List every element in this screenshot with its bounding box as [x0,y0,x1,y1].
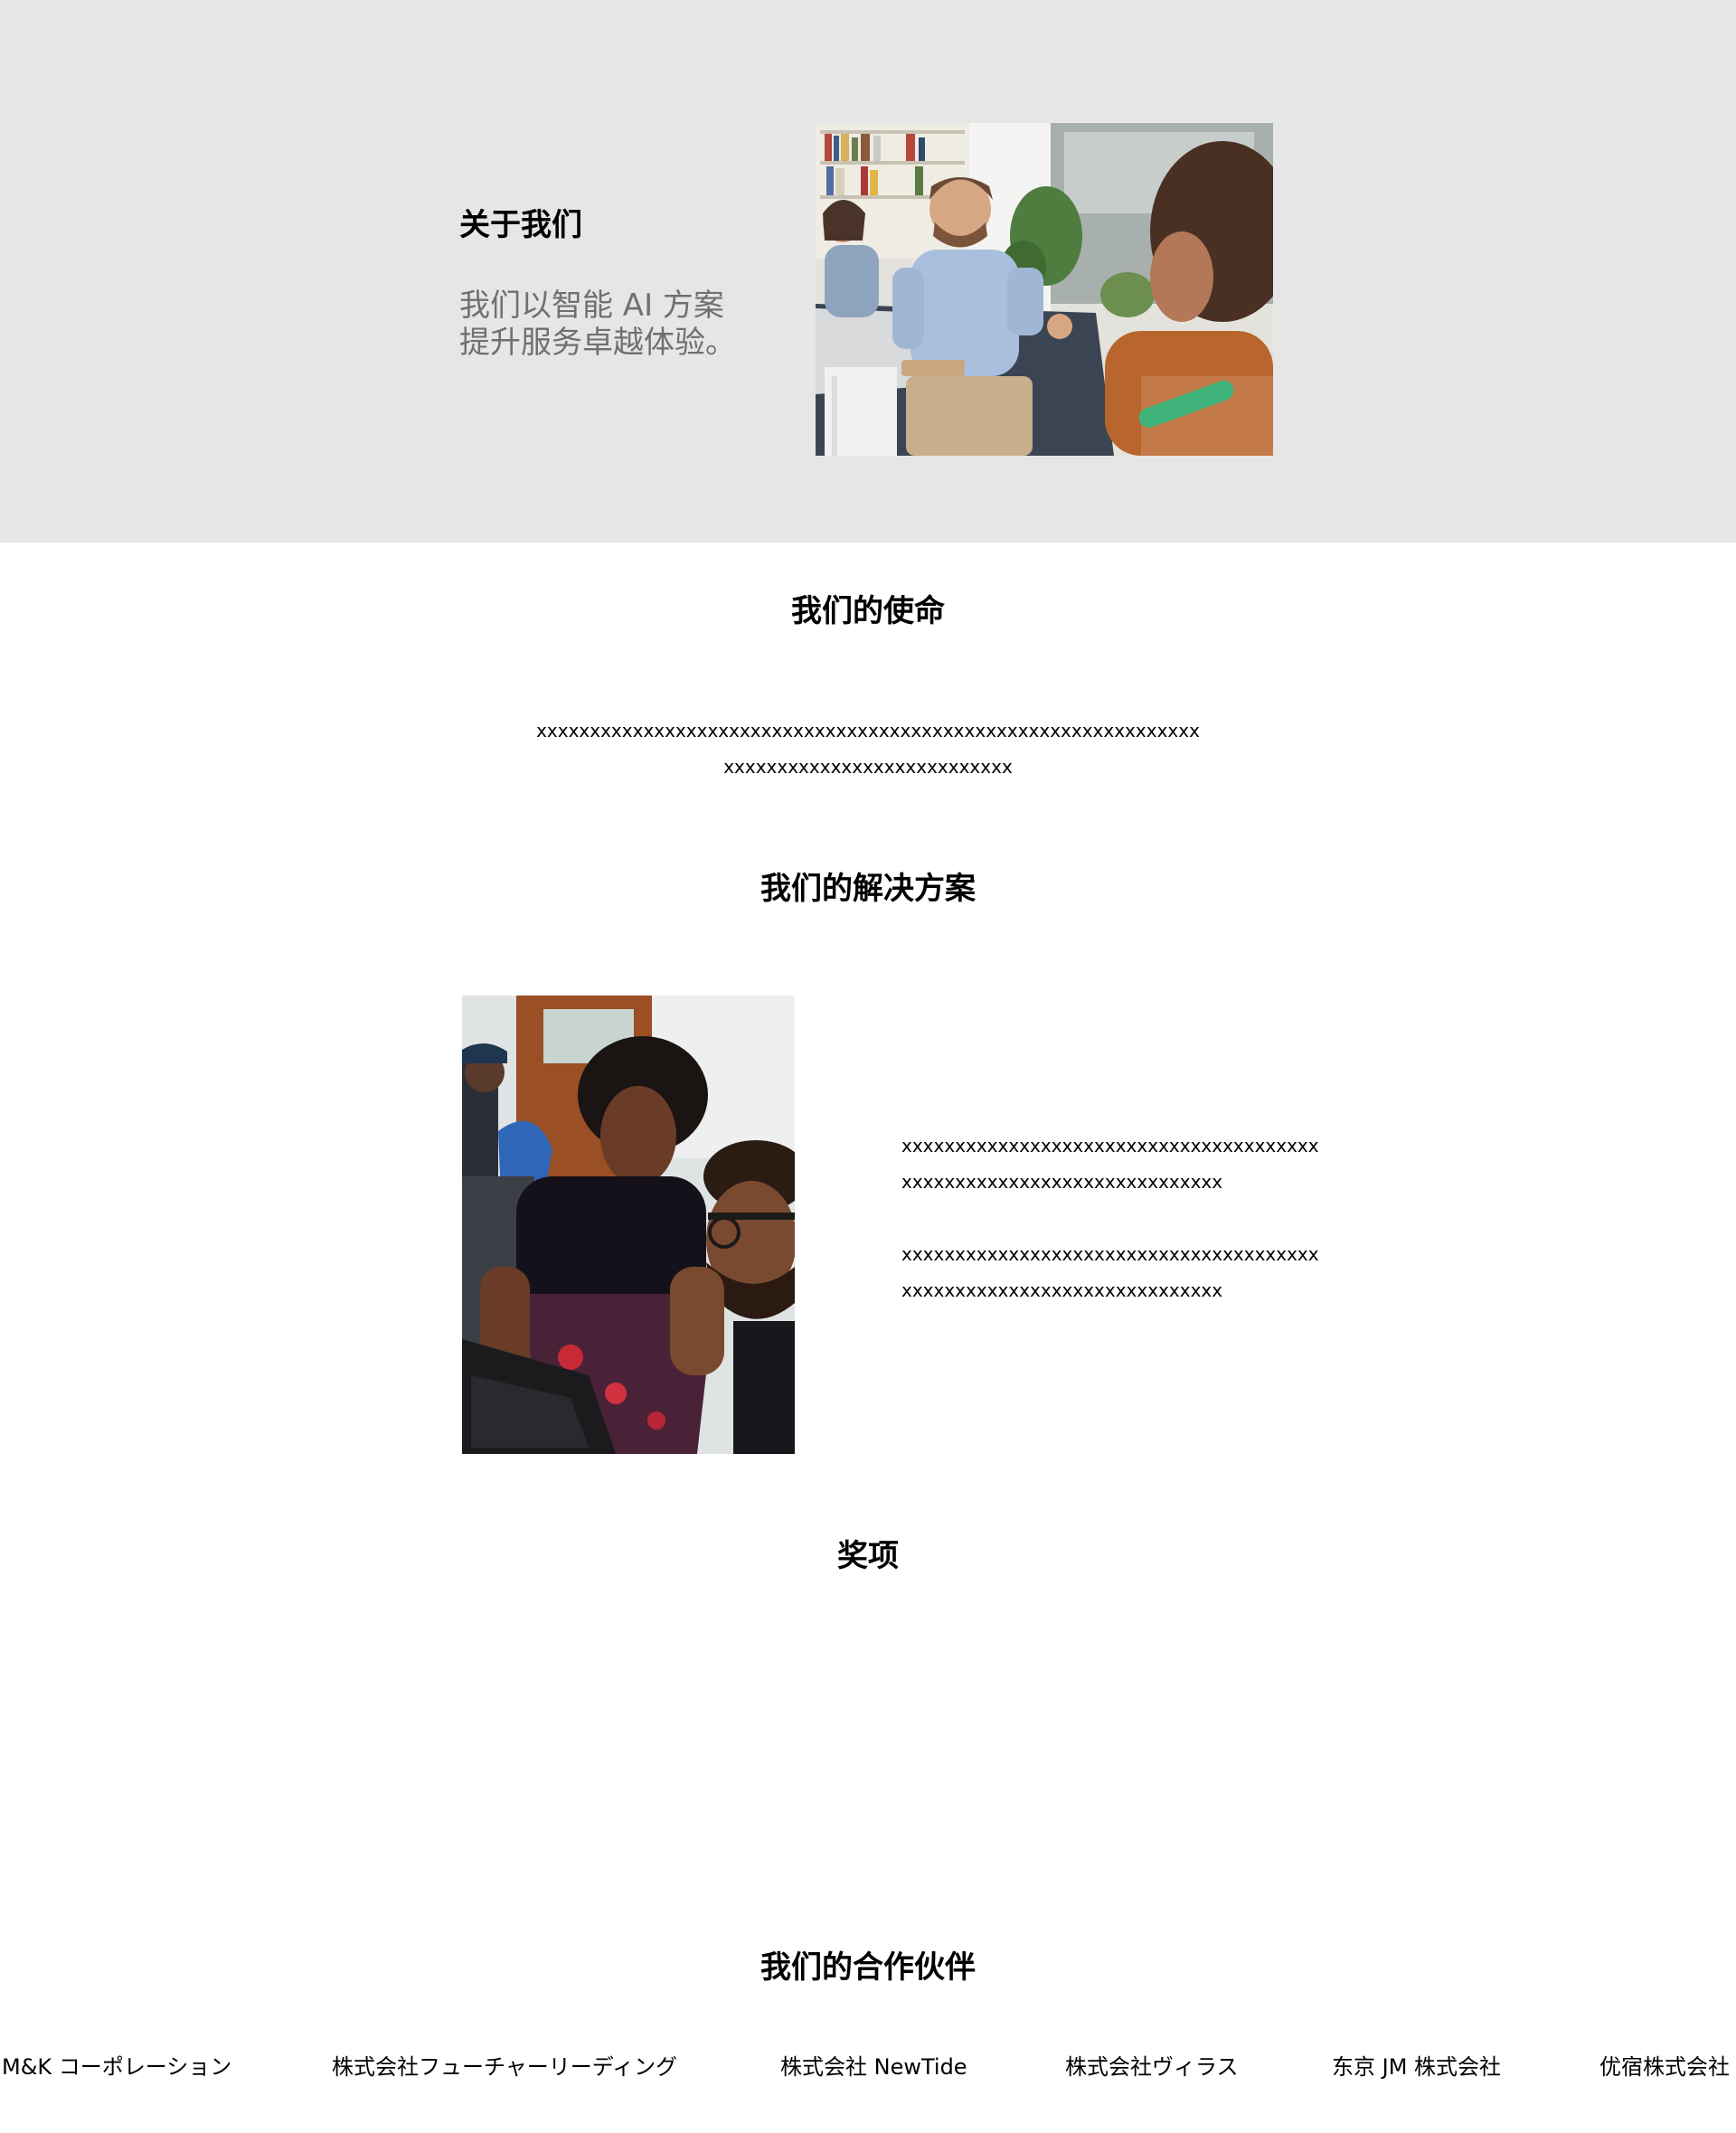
about-title: 关于我们 [459,207,582,243]
partner-item: 优宿株式会社 [1599,2054,1730,2080]
solution-paragraph-2-line-1: xxxxxxxxxxxxxxxxxxxxxxxxxxxxxxxxxxxxxxx [901,1243,1319,1265]
partners-title: 我们的合作伙伴 [760,1949,976,1986]
partners-strip: M&K コーポレーション 株式会社フューチャーリーディング 株式会社 NewTi… [0,2049,1736,2085]
solutions-title: 我们的解决方案 [760,871,976,907]
partner-item: 东京 JM 株式会社 [1332,2054,1502,2080]
mission-text-line-1: xxxxxxxxxxxxxxxxxxxxxxxxxxxxxxxxxxxxxxxx… [536,720,1200,741]
office-meeting-photo [816,123,1273,456]
team-laptop-photo [462,996,795,1454]
partner-item: 株式会社フューチャーリーディング [332,2054,678,2080]
solution-paragraph-2: xxxxxxxxxxxxxxxxxxxxxxxxxxxxxxxxxxxxxxx … [901,1236,1319,1308]
about-tagline-line-2: 提升服务卓越体验。 [459,325,736,361]
awards-title: 奖项 [837,1538,899,1574]
partner-item: 株式会社 NewTide [780,2054,967,2080]
solution-paragraph-1-line-2: xxxxxxxxxxxxxxxxxxxxxxxxxxxxxx [901,1171,1223,1193]
partner-item: 株式会社ヴィラス [1065,2054,1239,2080]
solution-paragraph-2-line-2: xxxxxxxxxxxxxxxxxxxxxxxxxxxxxx [901,1279,1223,1301]
about-hero-section: 关于我们 我们以智能 AI 方案 提升服务卓越体验。 [0,0,1736,543]
about-tagline: 我们以智能 AI 方案 提升服务卓越体验。 [459,288,767,362]
solution-paragraph-1: xxxxxxxxxxxxxxxxxxxxxxxxxxxxxxxxxxxxxxx … [901,1128,1319,1200]
office-meeting-illustration [816,123,1273,456]
mission-text-line-2: xxxxxxxxxxxxxxxxxxxxxxxxxxx [723,756,1013,778]
solution-paragraph-1-line-1: xxxxxxxxxxxxxxxxxxxxxxxxxxxxxxxxxxxxxxx [901,1135,1319,1156]
team-laptop-illustration [462,996,795,1454]
about-tagline-line-1: 我们以智能 AI 方案 [459,288,724,324]
partner-item: M&K コーポレーション [2,2054,232,2080]
mission-text: xxxxxxxxxxxxxxxxxxxxxxxxxxxxxxxxxxxxxxxx… [506,713,1230,785]
mission-title: 我们的使命 [791,593,945,629]
